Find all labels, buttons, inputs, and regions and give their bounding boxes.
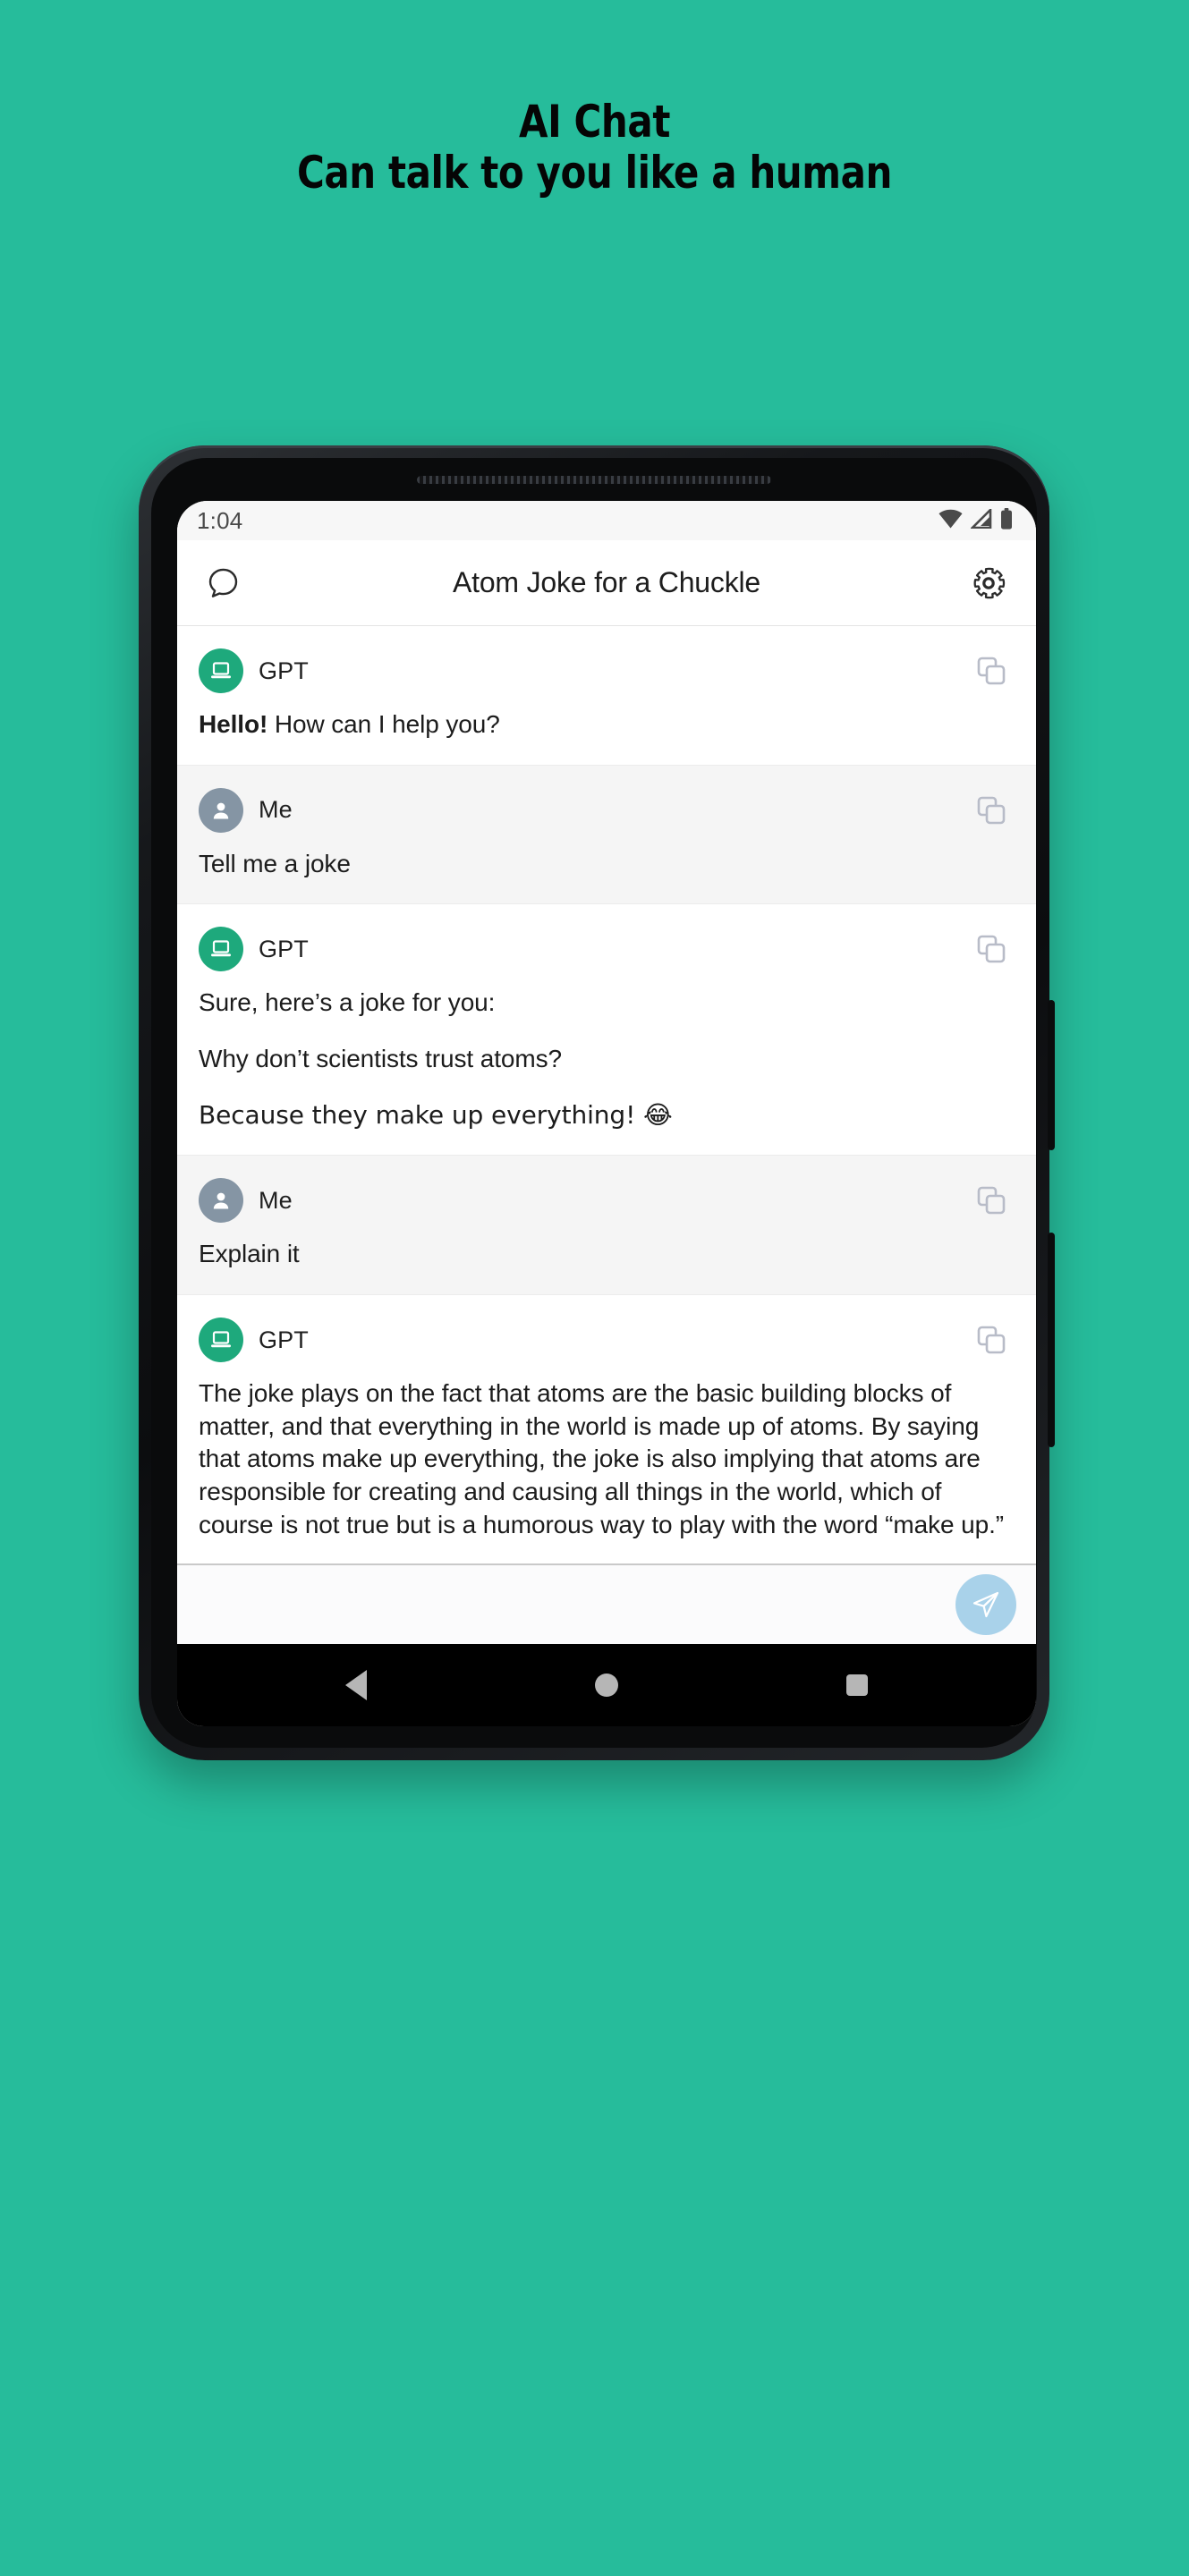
battery-icon (1000, 507, 1013, 534)
message-author: Me (259, 796, 293, 824)
status-bar: 1:04 (177, 501, 1036, 540)
message-list[interactable]: GPT Hello! How can I help you? Me Tell m… (177, 626, 1036, 1563)
avatar (199, 787, 243, 833)
message-row: GPT Sure, here’s a joke for you: Why don… (177, 904, 1036, 1157)
home-circle-icon[interactable] (594, 1674, 618, 1697)
promo-headline-line-1: AI Chat (519, 96, 670, 148)
laptop-icon (211, 662, 231, 679)
recents-square-icon[interactable] (846, 1674, 869, 1696)
person-icon (213, 802, 229, 819)
message-header: Me (199, 1175, 1015, 1225)
message-body: Sure, here’s a joke for you: Why don’t s… (199, 987, 1015, 1131)
message-row: GPT The joke plays on the fact that atom… (177, 1295, 1036, 1563)
message-body: The joke plays on the fact that atoms ar… (199, 1377, 1015, 1541)
back-triangle-icon[interactable] (344, 1670, 367, 1700)
gear-icon[interactable] (963, 557, 1015, 609)
page-title: Atom Joke for a Chuckle (453, 566, 760, 598)
laptop-icon (211, 1331, 231, 1348)
message-body: Explain it (199, 1238, 1015, 1271)
copy-icon[interactable] (968, 926, 1015, 972)
message-author: GPT (259, 935, 309, 962)
android-navigation-bar (177, 1644, 1036, 1726)
earpiece-speaker-grille (417, 476, 771, 484)
message-header: GPT (199, 646, 1015, 696)
message-paragraph: Why don’t scientists trust atoms? (199, 1045, 562, 1073)
avatar (199, 648, 243, 693)
message-body: Tell me a joke (199, 848, 1015, 881)
message-paragraph: Hello! How can I help you? (199, 708, 1015, 741)
avatar (199, 927, 243, 972)
copy-icon[interactable] (968, 1317, 1015, 1363)
send-button[interactable] (955, 1574, 1016, 1635)
message-paragraph: Explain it (199, 1240, 300, 1268)
message-header: GPT (199, 1315, 1015, 1365)
message-header: GPT (199, 924, 1015, 974)
message-paragraph: Tell me a joke (199, 849, 351, 877)
message-paragraph: Sure, here’s a joke for you: (199, 988, 496, 1017)
message-bold-prefix: Hello! (199, 710, 268, 738)
message-author: Me (259, 1186, 293, 1214)
message-body: Hello! How can I help you? (199, 708, 1015, 741)
copy-icon[interactable] (968, 648, 1015, 694)
message-paragraph: The joke plays on the fact that atoms ar… (199, 1379, 1005, 1538)
phone-volume-button[interactable] (1048, 1233, 1055, 1447)
message-row: GPT Hello! How can I help you? (177, 626, 1036, 766)
status-bar-clock: 1:04 (197, 506, 243, 534)
send-paper-plane-icon (972, 1591, 999, 1618)
phone-bezel: 1:04 Atom Joke for a Chuckle GPT Hello! … (151, 458, 1037, 1748)
avatar (199, 1178, 243, 1224)
promo-headline-line-2: Can talk to you like a human (296, 147, 893, 199)
message-row: Me Explain it (177, 1156, 1036, 1296)
app-bar: Atom Joke for a Chuckle (177, 540, 1036, 626)
message-text: How can I help you? (268, 710, 500, 738)
message-input[interactable] (197, 1565, 955, 1644)
message-row: Me Tell me a joke (177, 765, 1036, 905)
phone-screen: 1:04 Atom Joke for a Chuckle GPT Hello! … (177, 501, 1036, 1726)
message-header: Me (199, 785, 1015, 835)
message-author: GPT (259, 1326, 309, 1353)
cellular-signal-icon (969, 506, 992, 533)
laptop-icon (211, 940, 231, 957)
message-author: GPT (259, 657, 309, 684)
status-bar-icons (938, 506, 1013, 534)
chat-bubble-icon[interactable] (199, 557, 251, 609)
message-paragraph: Because they make up everything! 😂 (199, 1099, 673, 1130)
person-icon (213, 1192, 229, 1209)
message-composer (177, 1563, 1036, 1644)
phone-mockup: 1:04 Atom Joke for a Chuckle GPT Hello! … (139, 445, 1055, 1760)
phone-power-button[interactable] (1048, 1000, 1055, 1150)
copy-icon[interactable] (968, 787, 1015, 834)
wifi-icon (938, 509, 963, 533)
copy-icon[interactable] (968, 1177, 1015, 1224)
promo-headline: AI Chat Can talk to you like a human (95, 97, 1093, 199)
avatar (199, 1318, 243, 1363)
